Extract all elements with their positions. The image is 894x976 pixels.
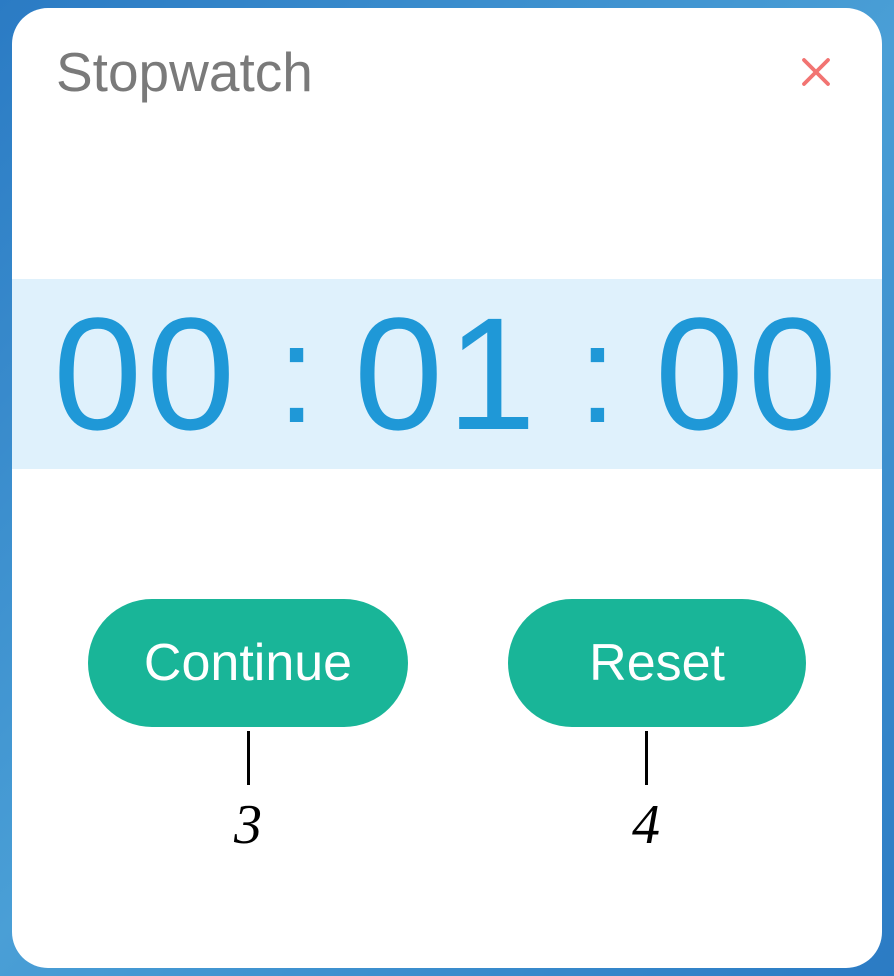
- close-button[interactable]: [794, 50, 838, 94]
- time-seconds: 00: [655, 282, 841, 466]
- annotation-continue: 3: [99, 727, 397, 857]
- time-separator-2: :: [578, 293, 617, 455]
- reset-button[interactable]: Reset: [508, 599, 806, 727]
- continue-button[interactable]: Continue: [88, 599, 408, 727]
- annotation-line-1: [247, 731, 250, 785]
- annotation-line-2: [645, 731, 648, 785]
- close-icon: [798, 54, 834, 90]
- stopwatch-modal: Stopwatch 00 : 01 : 00 Continue Reset 3 …: [12, 8, 882, 968]
- time-separator-1: :: [277, 293, 316, 455]
- modal-header: Stopwatch: [12, 8, 882, 104]
- time-hours: 00: [53, 282, 239, 466]
- annotation-label-continue: 3: [234, 793, 262, 857]
- annotation-reset: 4: [497, 727, 795, 857]
- time-display: 00 : 01 : 00: [12, 279, 882, 469]
- annotation-row: 3 4: [12, 727, 882, 857]
- modal-title: Stopwatch: [56, 40, 313, 104]
- time-minutes: 01: [354, 282, 540, 466]
- annotation-label-reset: 4: [632, 793, 660, 857]
- button-row: Continue Reset: [12, 599, 882, 727]
